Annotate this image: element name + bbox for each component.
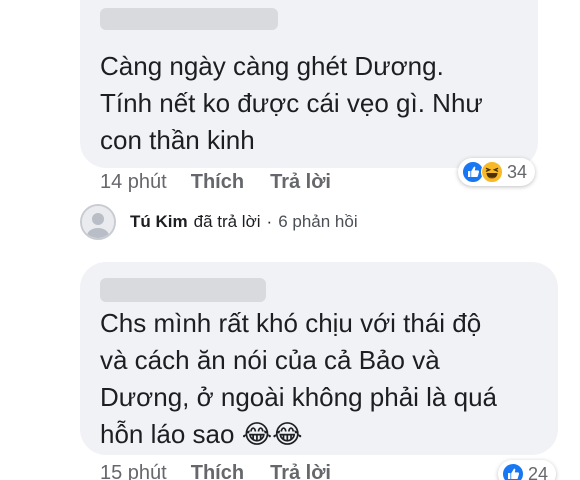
reply-button[interactable]: Trả lời: [270, 462, 331, 480]
tears-of-joy-emoji: 😂: [272, 419, 303, 449]
laugh-icon: [481, 161, 503, 183]
comment-line: Càng ngày càng ghét Dương.: [100, 51, 444, 81]
reaction-summary[interactable]: 34: [458, 158, 536, 186]
replies-summary[interactable]: Tú Kim đã trả lời · 6 phản hồi: [80, 204, 358, 240]
reaction-count: 24: [528, 463, 549, 480]
like-button[interactable]: Thích: [191, 462, 244, 480]
like-icon: [502, 463, 524, 480]
comment-line: Chs mình rất khó chịu với thái độ: [100, 308, 482, 338]
comment-actions: 14 phút Thích Trả lời: [100, 171, 357, 194]
reply-count[interactable]: 6 phản hồi: [278, 212, 357, 232]
comment-timestamp[interactable]: 14 phút: [100, 171, 167, 194]
reply-button[interactable]: Trả lời: [270, 171, 331, 194]
comment-line: Dương, ở ngoài không phải là quá: [100, 382, 497, 412]
comment-text: Chs mình rất khó chịu với thái độ và các…: [100, 305, 497, 453]
blurred-author-name: [100, 8, 278, 30]
avatar[interactable]: [80, 204, 116, 240]
comment-line: và cách ăn nói của cả Bảo và: [100, 345, 440, 375]
comment-text: Càng ngày càng ghét Dương. Tính nết ko đ…: [100, 48, 483, 159]
tears-of-joy-emoji: 😂: [241, 419, 273, 449]
reply-summary-text: đã trả lời: [193, 212, 261, 231]
reaction-summary[interactable]: 24: [498, 460, 557, 480]
like-button[interactable]: Thích: [191, 171, 244, 194]
comment-line-text: hỗn láo sao: [100, 419, 235, 449]
comment-line: con thần kinh: [100, 125, 255, 155]
reply-author-name[interactable]: Tú Kim: [130, 212, 188, 232]
comment-line: Tính nết ko được cái vẹo gì. Như: [100, 88, 483, 118]
reaction-count: 34: [507, 161, 528, 182]
avatar-image: [82, 206, 114, 238]
comment-line: hỗn láo sao 😂😂: [100, 416, 497, 453]
blurred-author-name: [100, 278, 266, 302]
separator-dot: ·: [266, 212, 273, 231]
comment-timestamp[interactable]: 15 phút: [100, 462, 167, 480]
comment-actions: 15 phút Thích Trả lời: [100, 462, 357, 480]
